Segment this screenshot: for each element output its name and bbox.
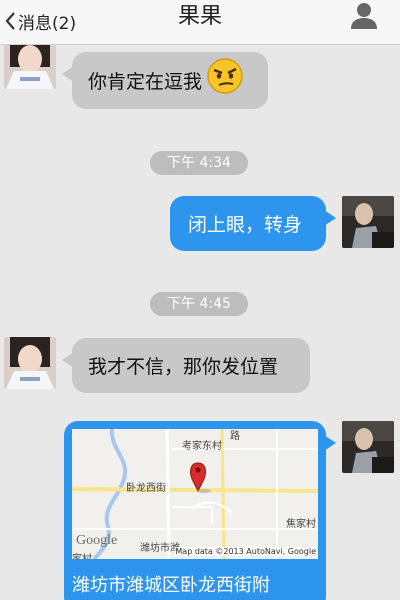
map-label: 焦家村 <box>286 519 316 530</box>
my-avatar[interactable] <box>342 421 394 473</box>
map-attribution: Map data ©2013 AutoNavi, Google <box>175 547 316 556</box>
timestamp: 下午 4:34 <box>150 151 248 175</box>
map-label: 家村 <box>72 550 92 559</box>
map-label: 潍坊市潍 <box>140 543 180 554</box>
message-list[interactable]: 你肯定在逗我 下午 4:34 闭上眼，转身 下午 4:45 我才不信，那你发位置… <box>0 45 400 600</box>
person-icon[interactable] <box>348 2 380 30</box>
my-avatar[interactable] <box>342 196 394 248</box>
smirk-face-icon <box>207 57 243 94</box>
google-logo: Google <box>76 533 118 548</box>
location-caption: 潍坊市潍城区卧龙西街附 <box>72 575 270 596</box>
contact-avatar[interactable] <box>4 337 56 389</box>
map-label: 考家东村 <box>182 441 222 452</box>
message-text: 你肯定在逗我 <box>88 71 203 93</box>
message-bubble-incoming[interactable]: 你肯定在逗我 <box>62 52 268 109</box>
map-label: 卧龙西街 <box>126 483 166 494</box>
chat-title: 果果 <box>177 4 222 29</box>
message-text: 我才不信，那你发位置 <box>88 356 279 378</box>
message-text: 闭上眼，转身 <box>188 214 303 236</box>
timestamp: 下午 4:45 <box>150 292 248 316</box>
message-bubble-outgoing[interactable]: 闭上眼，转身 <box>170 196 336 251</box>
location-message[interactable]: 路 考家东村 卧龙西街 焦家村 潍坊市潍 家村 Google Map data … <box>64 421 336 600</box>
contact-avatar[interactable] <box>4 45 56 89</box>
message-bubble-incoming[interactable]: 我才不信，那你发位置 <box>62 338 310 393</box>
top-bar: 消息(2) 果果 <box>0 0 400 45</box>
map-thumbnail[interactable]: 路 考家东村 卧龙西街 焦家村 潍坊市潍 家村 Google Map data … <box>72 429 318 559</box>
map-label: 路 <box>230 431 240 442</box>
